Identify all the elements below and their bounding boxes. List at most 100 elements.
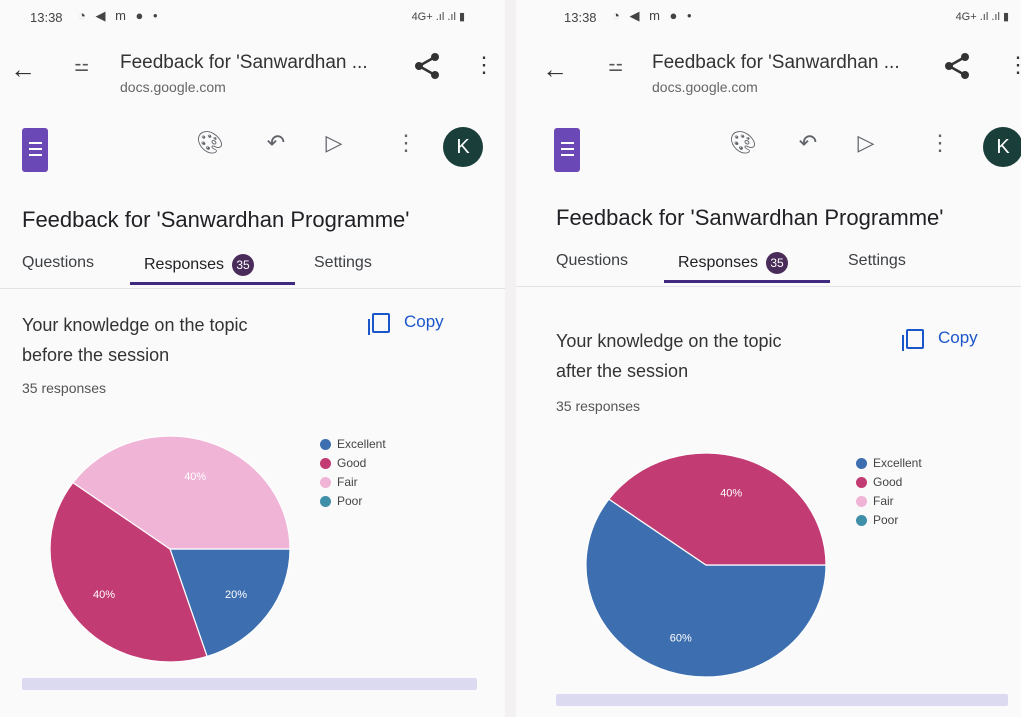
palette-icon[interactable]: 🎨︎ — [729, 130, 757, 156]
notification-icons: ◔ ◀ m ● • — [612, 8, 695, 23]
legend-swatch — [856, 496, 867, 508]
site-settings-icon[interactable]: ⚍ — [74, 56, 89, 76]
legend-label: Good — [337, 456, 367, 470]
more-options-icon[interactable]: ⋮ — [392, 130, 420, 156]
legend-item-poor: Poor — [320, 492, 386, 511]
tab-questions[interactable]: Questions — [22, 254, 94, 272]
notification-icons: ◔ ◀ m ● • — [78, 8, 161, 23]
tab-responses[interactable]: Responses 35 — [678, 252, 789, 274]
legend-swatch — [856, 477, 867, 489]
legend-label: Good — [873, 475, 903, 489]
chart-legend: Excellent Good Fair Poor — [320, 435, 386, 511]
tab-questions[interactable]: Questions — [556, 252, 628, 270]
back-arrow-icon[interactable]: ← — [542, 54, 568, 85]
legend-item-fair: Fair — [856, 492, 922, 511]
undo-icon[interactable]: ↶ — [262, 130, 290, 156]
more-options-icon[interactable]: ⋮ — [926, 130, 954, 156]
copy-icon — [902, 328, 924, 351]
pie-chart-after: 60% 40% — [585, 452, 827, 678]
browser-url-bar: ← ⚍ Feedback for 'Sanwardhan ... docs.go… — [516, 46, 1021, 106]
back-arrow-icon[interactable]: ← — [10, 54, 36, 85]
avatar[interactable]: K — [443, 127, 483, 167]
legend-swatch — [856, 458, 867, 470]
forms-toolbar: 🎨︎ ↶ ▷ ⋮ K — [0, 124, 505, 180]
browser-url-bar: ← ⚍ Feedback for 'Sanwardhan ... docs.go… — [0, 46, 505, 106]
copy-button[interactable]: Copy — [902, 328, 978, 351]
send-icon[interactable]: ▷ — [320, 130, 348, 156]
legend-item-fair: Fair — [320, 473, 386, 492]
legend-swatch — [320, 477, 331, 489]
left-screenshot: 13:38 ◔ ◀ m ● • 4G+ .ıl .ıl ▮ ← ⚍ Feedba… — [0, 0, 505, 717]
signal-battery-icons: 4G+ .ıl .ıl ▮ — [411, 11, 465, 23]
legend-swatch — [320, 458, 331, 470]
tab-bar: Questions Responses 35 Settings — [0, 248, 505, 289]
form-title: Feedback for 'Sanwardhan Programme' — [556, 205, 944, 230]
avatar[interactable]: K — [983, 127, 1021, 167]
slice-label: 40% — [720, 488, 742, 500]
question-title: Your knowledge on the topic before the s… — [22, 310, 248, 370]
copy-button[interactable]: Copy — [368, 312, 444, 335]
legend-item-excellent: Excellent — [856, 454, 922, 473]
legend-swatch — [856, 515, 867, 527]
share-icon[interactable] — [943, 52, 973, 80]
slice-label: 60% — [670, 632, 692, 644]
question-title-line1: Your knowledge on the topic — [22, 315, 248, 335]
browser-menu-icon[interactable]: ⋮ — [473, 52, 495, 78]
site-settings-icon[interactable]: ⚍ — [608, 56, 623, 76]
legend-item-good: Good — [856, 473, 922, 492]
forms-toolbar: 🎨︎ ↶ ▷ ⋮ K — [516, 124, 1021, 180]
tab-settings[interactable]: Settings — [848, 252, 906, 270]
question-title-line2: after the session — [556, 361, 689, 381]
right-screenshot: 13:38 ◔ ◀ m ● • 4G+ .ıl .ıl ▮ ← ⚍ Feedba… — [516, 0, 1021, 717]
chart-legend: Excellent Good Fair Poor — [856, 454, 922, 530]
browser-menu-icon[interactable]: ⋮ — [1007, 52, 1021, 78]
slice-label: 40% — [93, 589, 115, 601]
tab-settings[interactable]: Settings — [314, 254, 372, 272]
page-title: Feedback for 'Sanwardhan ... — [120, 52, 368, 73]
legend-item-good: Good — [320, 454, 386, 473]
tab-responses-label: Responses — [678, 254, 759, 272]
next-card-edge — [22, 678, 477, 690]
legend-label: Excellent — [337, 437, 386, 451]
question-title-line1: Your knowledge on the topic — [556, 331, 782, 351]
google-forms-icon[interactable] — [554, 128, 580, 172]
page-domain: docs.google.com — [120, 79, 226, 95]
legend-label: Poor — [337, 494, 363, 508]
share-icon[interactable] — [413, 52, 443, 80]
legend-swatch — [320, 439, 331, 451]
copy-label: Copy — [404, 312, 444, 331]
form-title: Feedback for 'Sanwardhan Programme' — [22, 207, 410, 232]
legend-label: Poor — [873, 513, 899, 527]
status-time: 13:38 — [564, 10, 597, 25]
response-count-badge: 35 — [766, 252, 789, 274]
copy-label: Copy — [938, 328, 978, 347]
tab-responses[interactable]: Responses 35 — [144, 254, 255, 276]
response-count-text: 35 responses — [22, 380, 107, 396]
response-count-badge: 35 — [232, 254, 255, 276]
legend-label: Fair — [873, 494, 894, 508]
page-title: Feedback for 'Sanwardhan ... — [652, 52, 900, 73]
active-tab-indicator — [664, 280, 830, 283]
copy-icon — [368, 312, 390, 335]
legend-swatch — [320, 496, 331, 508]
slice-label: 20% — [225, 589, 247, 601]
next-card-edge — [556, 694, 1008, 706]
response-count-text: 35 responses — [556, 398, 641, 414]
question-title: Your knowledge on the topic after the se… — [556, 326, 782, 386]
status-bar: 13:38 ◔ ◀ m ● • 4G+ .ıl .ıl ▮ — [516, 6, 1021, 32]
tab-responses-label: Responses — [144, 256, 225, 274]
active-tab-indicator — [130, 282, 295, 285]
pie-chart-before: 20% 40% 40% — [49, 435, 291, 663]
signal-battery-icons: 4G+ .ıl .ıl ▮ — [955, 11, 1009, 23]
legend-item-excellent: Excellent — [320, 435, 386, 454]
google-forms-icon[interactable] — [22, 128, 48, 172]
legend-label: Fair — [337, 475, 358, 489]
legend-label: Excellent — [873, 456, 922, 470]
legend-item-poor: Poor — [856, 511, 922, 530]
question-title-line2: before the session — [22, 345, 170, 365]
undo-icon[interactable]: ↶ — [794, 130, 822, 156]
page-domain: docs.google.com — [652, 79, 758, 95]
status-time: 13:38 — [30, 10, 63, 25]
palette-icon[interactable]: 🎨︎ — [196, 130, 224, 156]
send-icon[interactable]: ▷ — [852, 130, 880, 156]
